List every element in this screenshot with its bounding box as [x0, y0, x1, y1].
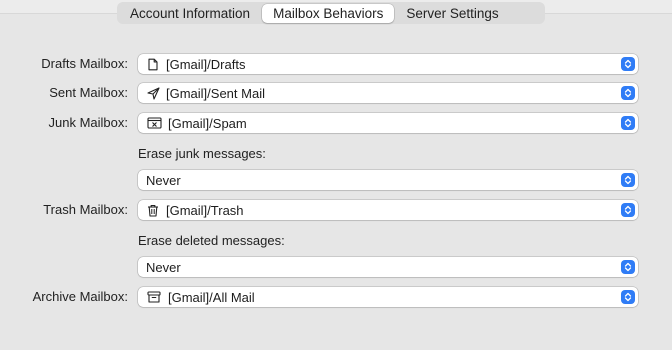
drafts-mailbox-label: Drafts Mailbox:: [41, 56, 128, 71]
paper-plane-icon: [146, 86, 160, 100]
archive-mailbox-row: Archive Mailbox: [Gmail]/All Mail: [0, 287, 672, 307]
mailbox-behaviors-panel: Account Information Mailbox Behaviors Se…: [0, 0, 672, 350]
chevron-updown-icon: [621, 173, 635, 187]
trash-mailbox-popup[interactable]: [Gmail]/Trash: [138, 200, 638, 220]
draft-document-icon: [146, 57, 160, 71]
junk-mailbox-value: [Gmail]/Spam: [168, 115, 247, 131]
junk-mailbox-popup[interactable]: [Gmail]/Spam: [138, 113, 638, 133]
erase-junk-row: Never: [0, 170, 672, 190]
tab-account-information[interactable]: Account Information: [119, 4, 261, 23]
trash-mailbox-label: Trash Mailbox:: [43, 202, 128, 217]
drafts-mailbox-value: [Gmail]/Drafts: [166, 56, 246, 72]
chevron-updown-icon: [621, 260, 635, 274]
sent-mailbox-value: [Gmail]/Sent Mail: [166, 85, 265, 101]
chevron-updown-icon: [621, 116, 635, 130]
junk-mailbox-label: Junk Mailbox:: [48, 115, 128, 130]
archive-mailbox-popup[interactable]: [Gmail]/All Mail: [138, 287, 638, 307]
sent-mailbox-row: Sent Mailbox: [Gmail]/Sent Mail: [0, 83, 672, 103]
tab-mailbox-behaviors[interactable]: Mailbox Behaviors: [262, 3, 395, 23]
drafts-mailbox-row: Drafts Mailbox: [Gmail]/Drafts: [0, 54, 672, 74]
erase-deleted-popup[interactable]: Never: [138, 257, 638, 277]
archive-mailbox-value: [Gmail]/All Mail: [168, 289, 255, 305]
erase-junk-label: Erase junk messages:: [138, 146, 266, 161]
erase-junk-value: Never: [146, 172, 181, 188]
drafts-mailbox-popup[interactable]: [Gmail]/Drafts: [138, 54, 638, 74]
junk-tray-icon: [146, 116, 162, 130]
trash-mailbox-value: [Gmail]/Trash: [166, 202, 244, 218]
trash-mailbox-row: Trash Mailbox: [Gmail]/Trash: [0, 200, 672, 220]
chevron-updown-icon: [621, 86, 635, 100]
erase-deleted-label: Erase deleted messages:: [138, 233, 285, 248]
sent-mailbox-popup[interactable]: [Gmail]/Sent Mail: [138, 83, 638, 103]
chevron-updown-icon: [621, 290, 635, 304]
archive-box-icon: [146, 290, 162, 304]
chevron-updown-icon: [621, 57, 635, 71]
junk-mailbox-row: Junk Mailbox: [Gmail]/Spam: [0, 113, 672, 133]
tab-bar: Account Information Mailbox Behaviors Se…: [117, 2, 545, 24]
trash-can-icon: [146, 203, 160, 217]
tab-server-settings[interactable]: Server Settings: [395, 4, 509, 23]
erase-deleted-row: Never: [0, 257, 672, 277]
erase-deleted-value: Never: [146, 259, 181, 275]
archive-mailbox-label: Archive Mailbox:: [32, 289, 128, 304]
erase-junk-popup[interactable]: Never: [138, 170, 638, 190]
chevron-updown-icon: [621, 203, 635, 217]
sent-mailbox-label: Sent Mailbox:: [49, 85, 128, 100]
